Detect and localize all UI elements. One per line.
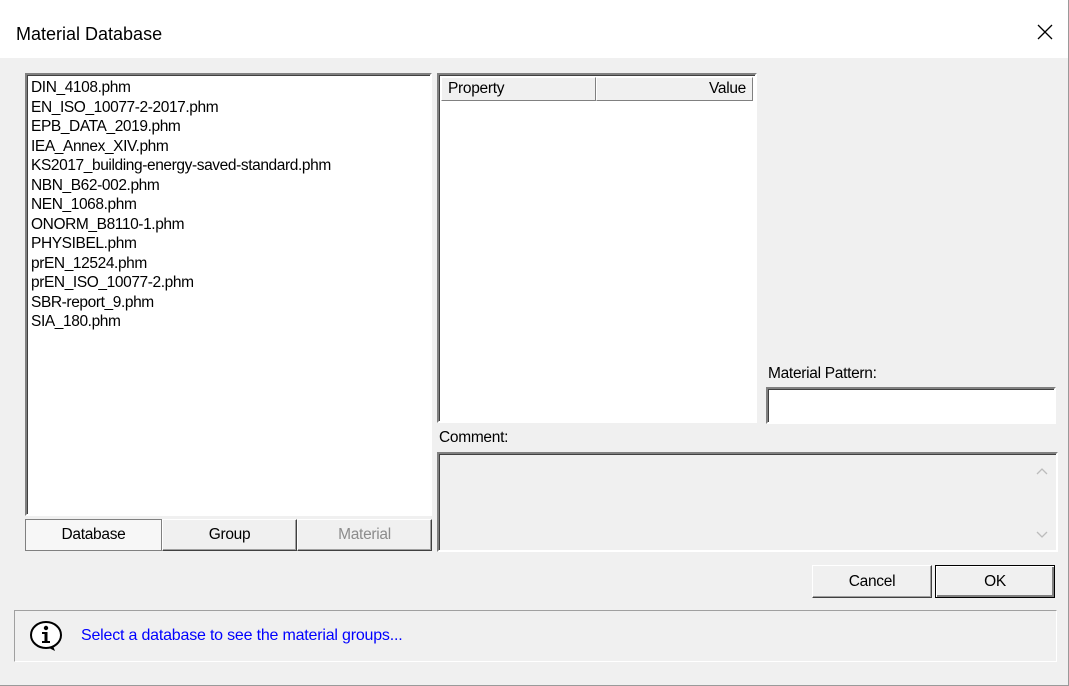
material-pattern-label: Material Pattern: bbox=[768, 365, 877, 382]
status-bar: Select a database to see the material gr… bbox=[14, 610, 1057, 662]
tab-database[interactable]: Database bbox=[25, 519, 162, 551]
list-item[interactable]: EN_ISO_10077-2-2017.phm bbox=[30, 98, 427, 118]
tab-group[interactable]: Group bbox=[162, 519, 297, 551]
list-item[interactable]: ONORM_B8110-1.phm bbox=[30, 215, 427, 235]
scroll-up-button[interactable] bbox=[1030, 458, 1054, 482]
column-header-property[interactable]: Property bbox=[441, 77, 596, 101]
close-icon bbox=[1037, 24, 1053, 40]
info-icon bbox=[29, 620, 65, 652]
list-item[interactable]: SBR-report_9.phm bbox=[30, 293, 427, 313]
list-item[interactable]: NEN_1068.phm bbox=[30, 195, 427, 215]
material-pattern-input[interactable] bbox=[766, 387, 1056, 424]
list-item[interactable]: EPB_DATA_2019.phm bbox=[30, 117, 427, 137]
property-table[interactable]: Property Value bbox=[437, 73, 757, 423]
material-database-dialog: Material Database DIN_4108.phm EN_ISO_100… bbox=[0, 0, 1069, 686]
database-list[interactable]: DIN_4108.phm EN_ISO_10077-2-2017.phm EPB_D… bbox=[25, 73, 432, 516]
ok-button[interactable]: OK bbox=[935, 565, 1055, 598]
chevron-up-icon bbox=[1036, 462, 1048, 479]
comment-label: Comment: bbox=[439, 429, 509, 446]
list-item[interactable]: DIN_4108.phm bbox=[30, 78, 427, 98]
list-item[interactable]: IEA_Annex_XIV.phm bbox=[30, 137, 427, 157]
list-item[interactable]: NBN_B62-002.phm bbox=[30, 176, 427, 196]
scroll-down-button[interactable] bbox=[1030, 522, 1054, 546]
chevron-down-icon bbox=[1036, 526, 1048, 543]
list-item[interactable]: PHYSIBEL.phm bbox=[30, 234, 427, 254]
window-title: Material Database bbox=[16, 24, 163, 44]
comment-scrollbar[interactable] bbox=[1030, 456, 1054, 548]
list-item[interactable]: prEN_12524.phm bbox=[30, 254, 427, 274]
tab-material[interactable]: Material bbox=[297, 519, 432, 551]
cancel-button[interactable]: Cancel bbox=[812, 565, 932, 598]
close-button[interactable] bbox=[1022, 10, 1068, 54]
property-table-header: Property Value bbox=[441, 77, 753, 101]
list-item[interactable]: SIA_180.phm bbox=[30, 312, 427, 332]
title-bar: Material Database bbox=[0, 0, 1068, 58]
list-item[interactable]: prEN_ISO_10077-2.phm bbox=[30, 273, 427, 293]
list-item[interactable]: KS2017_building-energy-saved-standard.ph… bbox=[30, 156, 427, 176]
status-message: Select a database to see the material gr… bbox=[81, 627, 403, 644]
column-header-value[interactable]: Value bbox=[596, 77, 753, 101]
comment-box[interactable] bbox=[437, 452, 1058, 552]
